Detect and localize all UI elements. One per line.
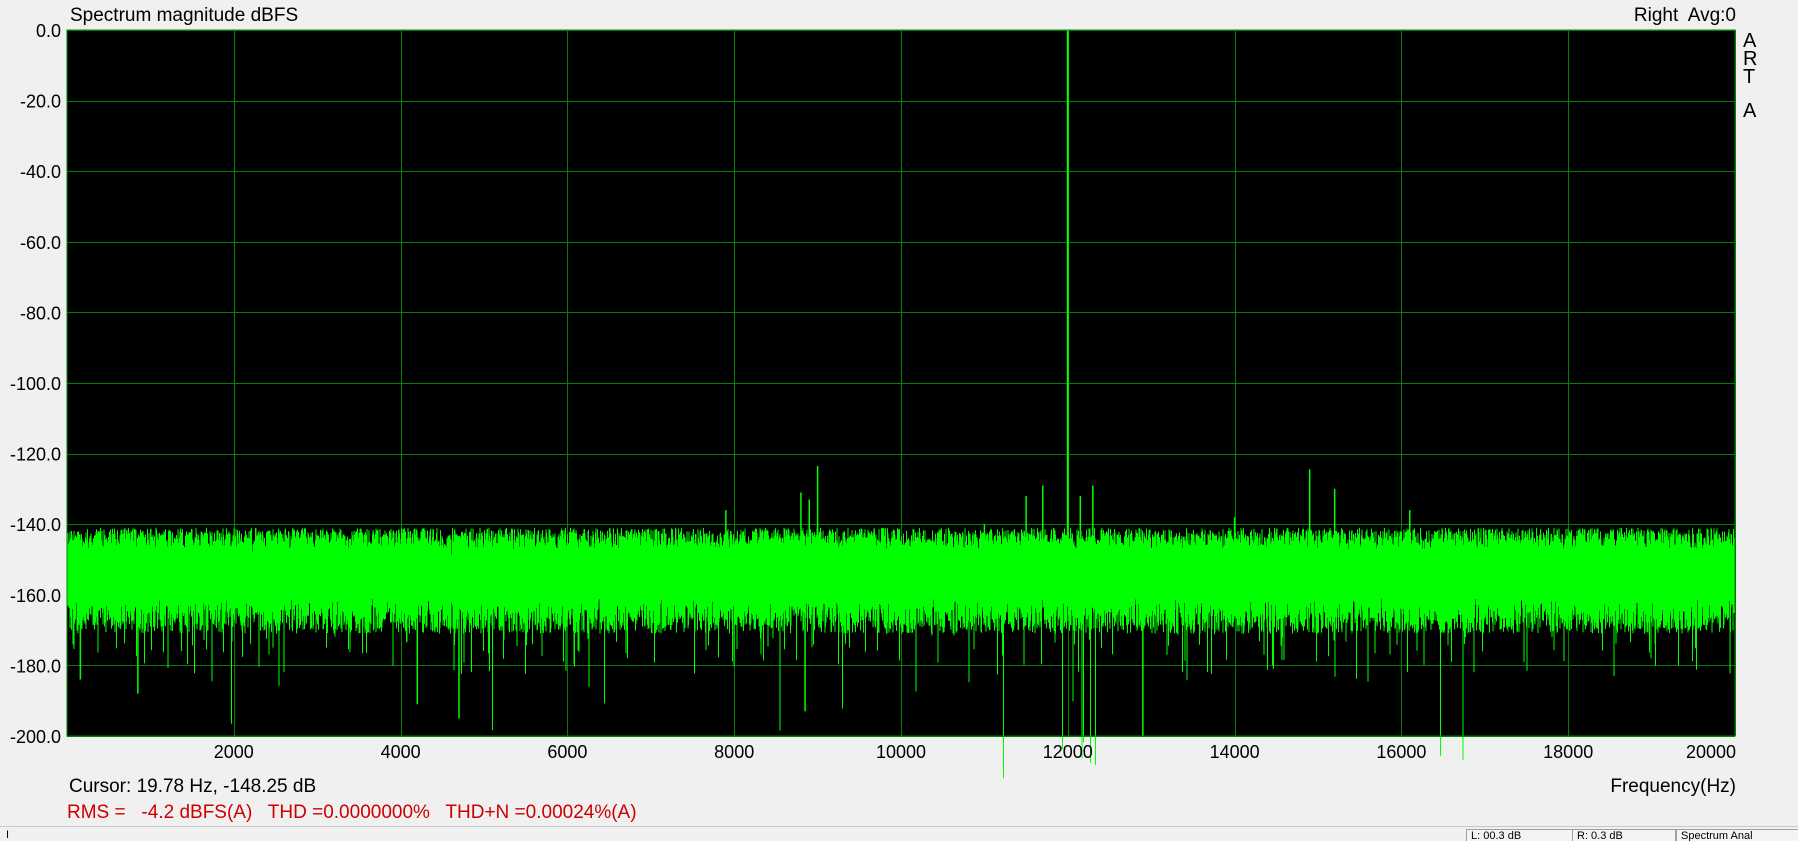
x-tick-label: 10000 <box>876 742 926 762</box>
stats-readout: RMS = -4.2 dBFS(A) THD =0.0000000% THD+N… <box>67 802 637 823</box>
x-tick-label: 12000 <box>1043 742 1093 762</box>
y-tick-label: -200.0 <box>10 727 61 747</box>
x-tick-label: 6000 <box>547 742 587 762</box>
brand-logo: A R T A <box>1743 30 1757 122</box>
brand-letter: T <box>1743 66 1755 88</box>
y-tick-label: -20.0 <box>20 92 61 112</box>
y-tick-label: -180.0 <box>10 656 61 676</box>
y-tick-label: 0.0 <box>36 21 61 41</box>
spectrum-chart: Spectrum magnitude dBFS Right Avg:0 0.0 -… <box>10 5 1758 823</box>
status-left-level: L: 00.3 dB <box>1466 829 1574 841</box>
x-axis-ticks: 2000 4000 6000 8000 10000 12000 14000 16000 1800… <box>214 742 1736 762</box>
x-tick-label: 18000 <box>1543 742 1593 762</box>
y-axis-ticks: 0.0 -20.0 -40.0 -60.0 -80.0 -100.0 -120.0 -140.… <box>10 21 61 747</box>
y-tick-label: -40.0 <box>20 162 61 182</box>
cursor-readout: Cursor: 19.78 Hz, -148.25 dB <box>69 776 316 797</box>
channel-label: Right Avg:0 <box>1634 5 1736 26</box>
x-tick-label: 20000 <box>1686 742 1736 762</box>
status-mode: Spectrum Anal <box>1676 829 1798 841</box>
status-right-level: R: 0.3 dB <box>1572 829 1676 841</box>
status-bar: I L: 00.3 dB R: 0.3 dB Spectrum Anal <box>0 826 1798 841</box>
chart-title: Spectrum magnitude dBFS <box>70 5 298 26</box>
y-tick-label: -80.0 <box>20 303 61 323</box>
y-tick-label: -140.0 <box>10 515 61 535</box>
x-axis-label: Frequency(Hz) <box>1610 776 1736 797</box>
brand-letter: A <box>1743 100 1757 122</box>
x-tick-label: 14000 <box>1210 742 1260 762</box>
x-tick-label: 2000 <box>214 742 254 762</box>
y-tick-label: -60.0 <box>20 233 61 253</box>
x-tick-label: 8000 <box>714 742 754 762</box>
x-tick-label: 16000 <box>1376 742 1426 762</box>
x-tick-label: 4000 <box>381 742 421 762</box>
y-tick-label: -100.0 <box>10 374 61 394</box>
y-tick-label: -120.0 <box>10 445 61 465</box>
y-tick-label: -160.0 <box>10 586 61 606</box>
